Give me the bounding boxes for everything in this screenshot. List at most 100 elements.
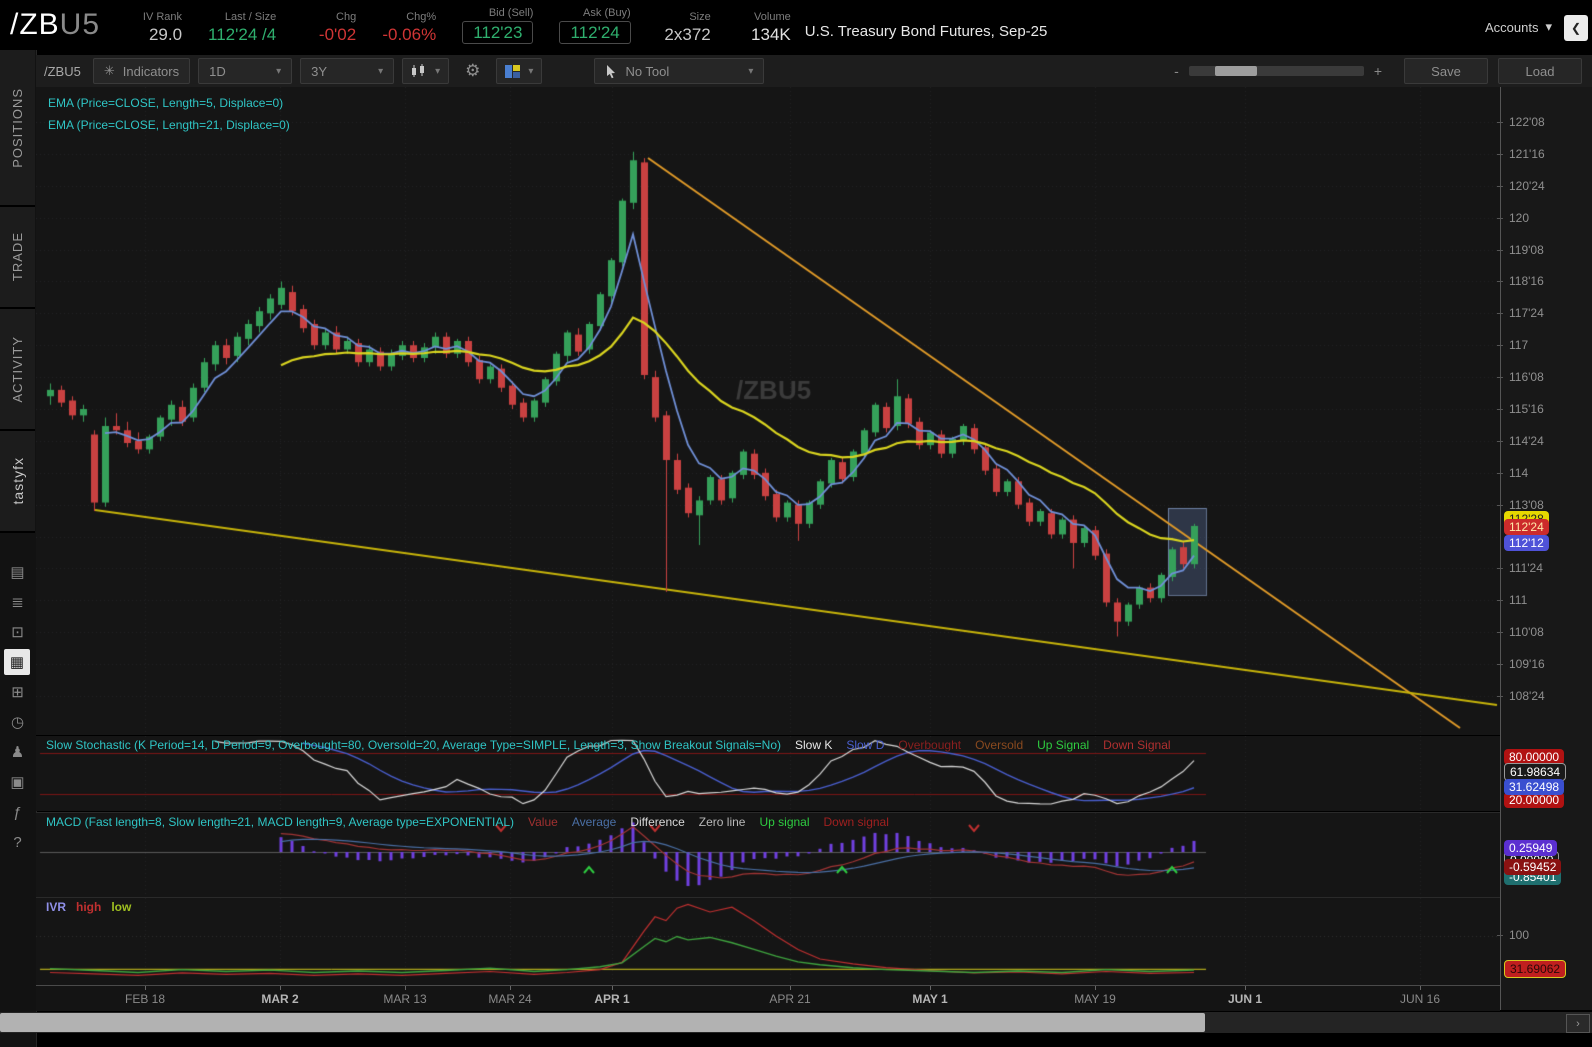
axis-value-bubble: 31.69062 [1504, 960, 1567, 978]
chevron-down-icon: ▾ [1545, 19, 1552, 34]
zoom-out-button[interactable]: - [1174, 63, 1179, 79]
chart-type-dropdown[interactable]: ▾ [402, 58, 450, 84]
help-icon[interactable]: ? [0, 829, 35, 855]
ema5-label[interactable]: EMA (Price=CLOSE, Length=5, Displace=0) [48, 92, 290, 114]
chart-icon[interactable]: ▦ [4, 649, 30, 675]
indicators-button[interactable]: ✳ Indicators [92, 58, 191, 84]
time-tick-label: MAR 2 [261, 992, 299, 1006]
left-sidebar: POSITIONS TRADE ACTIVITY tastyfx ▤ ≣ ⊡ ▦ ⊞ ◷ ♟ ▣ ƒ? [0, 50, 37, 1047]
accounts-dropdown[interactable]: Accounts ▾ [1485, 19, 1552, 35]
sidebar-tab-label: POSITIONS [10, 87, 25, 168]
quote-field-label: Ask (Buy) [583, 6, 631, 19]
drawing-tool-dropdown[interactable]: No Tool ▾ [594, 58, 765, 84]
layout-dropdown[interactable]: ▾ [496, 58, 543, 84]
chart-toolbar: /ZBU5 ✳ Indicators 1D ▾ 3Y ▾ ▾ ⚙ ▾ No Tool… [36, 55, 1592, 87]
quote-field-value: -0.06% [382, 24, 437, 44]
time-tick-label: JUN 1 [1227, 992, 1263, 1006]
layout-grid-icon [505, 64, 521, 78]
sidebar-tab-label: tastyfx [9, 457, 26, 505]
quote-field: Volume 134K [737, 11, 791, 44]
collapse-panel-button[interactable]: ❮ [1564, 15, 1588, 41]
price-chart-canvas[interactable] [36, 87, 1500, 735]
chart-scrollbar[interactable]: › [0, 1012, 1592, 1033]
price-tick-label: 111'24 [1497, 561, 1543, 576]
legend-item: Value [528, 815, 558, 829]
axis-value-bubble: -0.59452 [1504, 859, 1562, 875]
news-icon[interactable]: ▤ [0, 559, 35, 585]
price-tick-label: 121'16 [1497, 146, 1545, 161]
people-icon[interactable]: ♟ [0, 739, 35, 765]
quote-field: IV Rank 29.0 [128, 11, 182, 44]
ema21-label[interactable]: EMA (Price=CLOSE, Length=21, Displace=0) [48, 114, 290, 136]
zoom-in-button[interactable]: + [1374, 63, 1382, 79]
chevron-down-icon: ▾ [528, 65, 534, 77]
legend-item: Overbought [898, 738, 962, 752]
price-axis[interactable]: 122'08 121'16 120'24 120 119'08 118'16 117'24 1… [1496, 87, 1592, 1010]
time-tick-mark [790, 986, 791, 990]
quote-field-value[interactable]: 112'23 [462, 20, 534, 44]
time-axis[interactable]: FEB 18 MAR 2 MAR 13 MAR 24 APR 1 APR 21 MAY 1 M… [36, 985, 1500, 1011]
apps-icon[interactable]: ⊞ [0, 679, 35, 705]
quote-field[interactable]: Ask (Buy) 112'24 [559, 6, 631, 44]
quote-field-value: 29.0 [148, 24, 183, 44]
sidebar-tab-trade[interactable]: TRADE [0, 207, 35, 309]
legend-item: high [76, 900, 102, 914]
range-dropdown[interactable]: 3Y ▾ [300, 58, 395, 84]
macd-panel[interactable]: MACD (Fast length=8, Slow length=21, MAC… [36, 812, 1500, 897]
legend-item: Oversold [975, 738, 1024, 752]
quote-field-value: 112'24 /4 [208, 24, 277, 44]
timeframe-dropdown[interactable]: 1D ▾ [198, 58, 293, 84]
sidebar-tab-tastyfx[interactable]: tastyfx [0, 431, 35, 533]
time-tick-label: APR 21 [769, 992, 811, 1006]
scrollbar-thumb[interactable] [0, 1013, 1205, 1032]
price-tick-label: 118'16 [1497, 274, 1544, 289]
monitor-icon[interactable]: ⊡ [0, 619, 35, 645]
quote-field-value[interactable]: 112'24 [559, 20, 631, 44]
chevron-down-icon: ▾ [435, 65, 441, 77]
time-tick-label: MAY 1 [912, 992, 948, 1006]
stochastic-title[interactable]: Slow Stochastic (K Period=14, D Period=9… [46, 738, 781, 752]
chevron-down-icon: ▾ [378, 65, 384, 77]
sidebar-tab-positions[interactable]: POSITIONS [0, 50, 35, 207]
zoom-slider-handle[interactable] [1214, 66, 1257, 76]
time-tick-mark [145, 986, 146, 990]
scrollbar-right-arrow[interactable]: › [1566, 1014, 1590, 1033]
legend-item: Down Signal [1103, 738, 1171, 752]
quote-field-value: 2x372 [664, 24, 711, 44]
stochastic-panel[interactable]: Slow Stochastic (K Period=14, D Period=9… [36, 735, 1500, 811]
price-tick-label: 120'24 [1497, 178, 1545, 193]
macd-title[interactable]: MACD (Fast length=8, Slow length=21, MAC… [46, 815, 514, 829]
quote-field-label: Size [689, 10, 711, 23]
ivr-canvas[interactable] [36, 898, 1500, 986]
candlestick-icon [412, 64, 425, 77]
zoom-slider[interactable] [1188, 66, 1364, 76]
chevron-down-icon: ▾ [276, 65, 282, 77]
price-tick-label: 114 [1496, 465, 1529, 480]
quote-field-label: Chg [336, 10, 357, 23]
list-icon[interactable]: ≣ [0, 589, 35, 615]
calendar-icon[interactable]: ▣ [0, 769, 35, 795]
quote-fields: IV Rank 29.0 Last / Size 112'24 /4 Chg -0'02 C… [128, 7, 791, 44]
time-tick-mark [405, 986, 406, 990]
load-button[interactable]: Load [1498, 58, 1582, 84]
quote-field-value: 134K [751, 24, 791, 44]
clock-icon[interactable]: ◷ [0, 709, 35, 735]
legend-item: IVR [46, 900, 67, 914]
sidebar-tab-activity[interactable]: ACTIVITY [0, 309, 35, 431]
time-tick-mark [612, 986, 613, 990]
quote-field-label: IV Rank [142, 10, 183, 23]
save-button[interactable]: Save [1404, 58, 1488, 84]
axis-value-bubble: 112'24 [1504, 519, 1549, 535]
sidebar-tab-label: TRADE [10, 232, 25, 282]
ivr-panel[interactable]: IVR high low [36, 897, 1500, 986]
price-chart-panel[interactable] [36, 87, 1500, 735]
time-tick-mark [1245, 986, 1246, 990]
time-tick-label: MAR 13 [383, 992, 427, 1006]
axis-value-bubble: 112'12 [1504, 535, 1549, 551]
chart-settings-button[interactable]: ⚙ [457, 59, 488, 83]
quote-field[interactable]: Bid (Sell) 112'23 [462, 7, 534, 44]
fx-icon[interactable]: ƒ [0, 799, 35, 825]
legend-item: Zero line [698, 815, 746, 829]
price-tick-label: 117'24 [1497, 306, 1544, 321]
toolbar-symbol: /ZBU5 [44, 63, 81, 79]
